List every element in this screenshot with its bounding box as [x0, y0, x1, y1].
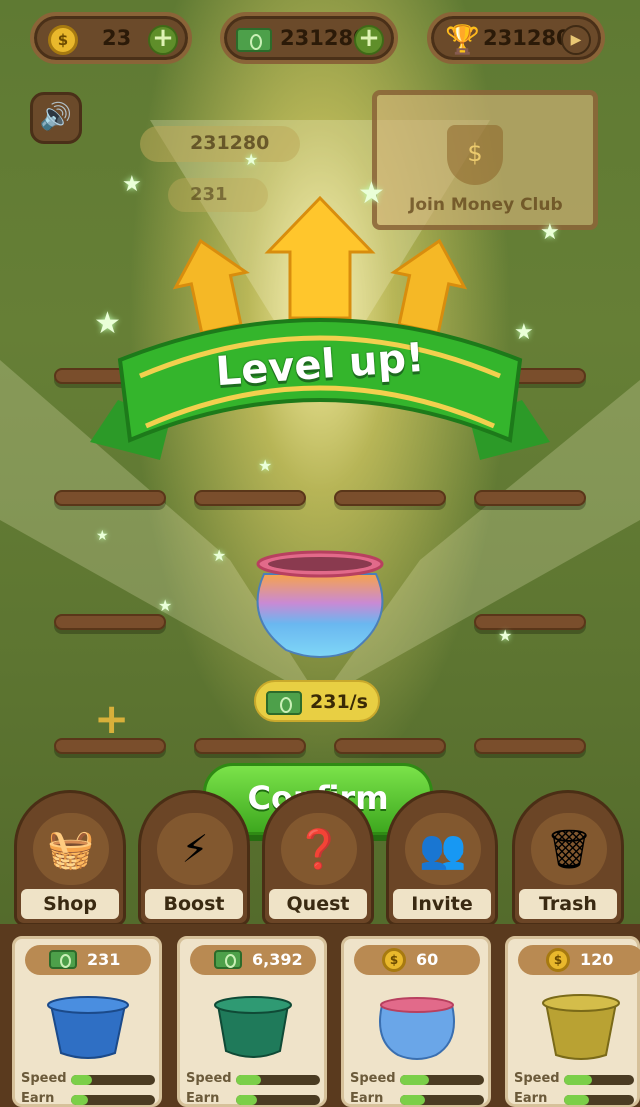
speed-label: Speed	[186, 1071, 232, 1086]
add-slot-icon[interactable]: +	[94, 694, 129, 743]
pot-price-tag: 6,392	[190, 945, 316, 975]
coin-value: 23	[102, 26, 132, 50]
pot-price-tag: $ 120	[518, 945, 640, 975]
earn-bar	[236, 1095, 320, 1105]
speed-label: Speed	[350, 1071, 396, 1086]
menu-shop-button[interactable]: 🧺 Shop	[14, 790, 126, 926]
shelf-slot[interactable]	[54, 614, 166, 630]
shelf-slot[interactable]	[474, 738, 586, 754]
pot-price-tag: $ 60	[354, 945, 480, 975]
menu-quest-button[interactable]: ❓ Quest	[262, 790, 374, 926]
menu-trash-button[interactable]: 🗑 Trash	[512, 790, 624, 926]
sparkle-icon: ★	[258, 456, 273, 475]
lightning-icon: ⚡	[157, 813, 233, 885]
sparkle-icon: ★	[514, 320, 534, 345]
earn-label: Earn	[514, 1091, 548, 1106]
mystery-box-icon: ❓	[281, 813, 357, 885]
menu-label: Shop	[21, 889, 119, 919]
earn-bar	[400, 1095, 484, 1105]
sparkle-icon: ★	[358, 176, 385, 211]
menu-invite-button[interactable]: 👥 Invite	[386, 790, 498, 926]
menu-boost-button[interactable]: ⚡ Boost	[138, 790, 250, 926]
level-pot-icon	[256, 550, 384, 658]
shelf-slot[interactable]	[334, 738, 446, 754]
menu-label: Quest	[269, 889, 367, 919]
earning-rate-badge: 231/s	[254, 680, 380, 722]
earn-label: Earn	[21, 1091, 55, 1106]
speed-label: Speed	[21, 1071, 67, 1086]
pot-image	[379, 997, 455, 1060]
speed-bar	[236, 1075, 320, 1085]
speed-bar	[71, 1075, 155, 1085]
sparkle-icon: ★	[498, 626, 513, 645]
pot-price: 6,392	[252, 950, 303, 969]
trophy-icon: 🏆	[445, 23, 480, 56]
coin-icon: $	[48, 25, 78, 55]
trophy-value: 231280	[483, 26, 571, 50]
add-coins-button[interactable]: +	[148, 25, 178, 55]
earning-rate-value: 231/s	[310, 691, 368, 713]
people-icon: 👥	[405, 813, 481, 885]
speed-label: Speed	[514, 1071, 560, 1086]
sparkle-icon: ★	[540, 220, 560, 245]
sparkle-icon: ★	[94, 306, 121, 341]
pot-image	[214, 996, 292, 1058]
coin-counter: $ 23 +	[30, 12, 192, 64]
pot-image	[47, 996, 129, 1059]
speed-bar	[564, 1075, 634, 1085]
pot-card[interactable]: $ 60 Speed Earn	[341, 936, 491, 1107]
pot-card[interactable]: 231 Speed Earn	[12, 936, 162, 1107]
basket-icon: 🧺	[33, 813, 109, 885]
up-arrows-icon	[172, 195, 468, 335]
coin-icon: $	[382, 948, 406, 972]
shelf-slot[interactable]	[474, 614, 586, 630]
shelf-slot[interactable]	[194, 738, 306, 754]
pot-price: 231	[87, 950, 121, 969]
sparkle-icon: ★	[122, 172, 142, 197]
menu-label: Trash	[519, 889, 617, 919]
cash-counter: 231280 +	[220, 12, 398, 64]
background-cash-badge: 231280	[140, 126, 300, 162]
cash-icon	[266, 691, 302, 715]
shield-icon: $	[447, 125, 503, 185]
play-icon[interactable]: ▶	[561, 25, 591, 55]
cash-icon	[214, 950, 242, 969]
pot-image	[542, 994, 620, 1060]
cash-icon	[236, 28, 272, 52]
pot-price-tag: 231	[25, 945, 151, 975]
pot-price: 120	[580, 950, 614, 969]
sound-toggle-button[interactable]: 🔊	[30, 92, 82, 144]
earn-bar	[71, 1095, 155, 1105]
coin-icon: $	[546, 948, 570, 972]
menu-label: Invite	[393, 889, 491, 919]
pot-card[interactable]: 6,392 Speed Earn	[177, 936, 327, 1107]
earn-bar	[564, 1095, 634, 1105]
sparkle-icon: ★	[158, 596, 173, 615]
pot-price: 60	[416, 950, 439, 969]
earn-label: Earn	[186, 1091, 220, 1106]
sparkle-icon: ★	[212, 546, 227, 565]
trash-can-icon: 🗑	[531, 813, 607, 885]
cash-icon	[49, 950, 77, 969]
speaker-icon: 🔊	[39, 102, 73, 132]
pot-card[interactable]: $ 120 Speed Earn	[505, 936, 640, 1107]
earn-label: Earn	[350, 1091, 384, 1106]
menu-label: Boost	[145, 889, 243, 919]
speed-bar	[400, 1075, 484, 1085]
add-cash-button[interactable]: +	[354, 25, 384, 55]
sparkle-icon: ★	[244, 150, 259, 169]
trophy-counter: 🏆 231280 ▶	[427, 12, 605, 64]
sparkle-icon: ★	[96, 528, 109, 544]
